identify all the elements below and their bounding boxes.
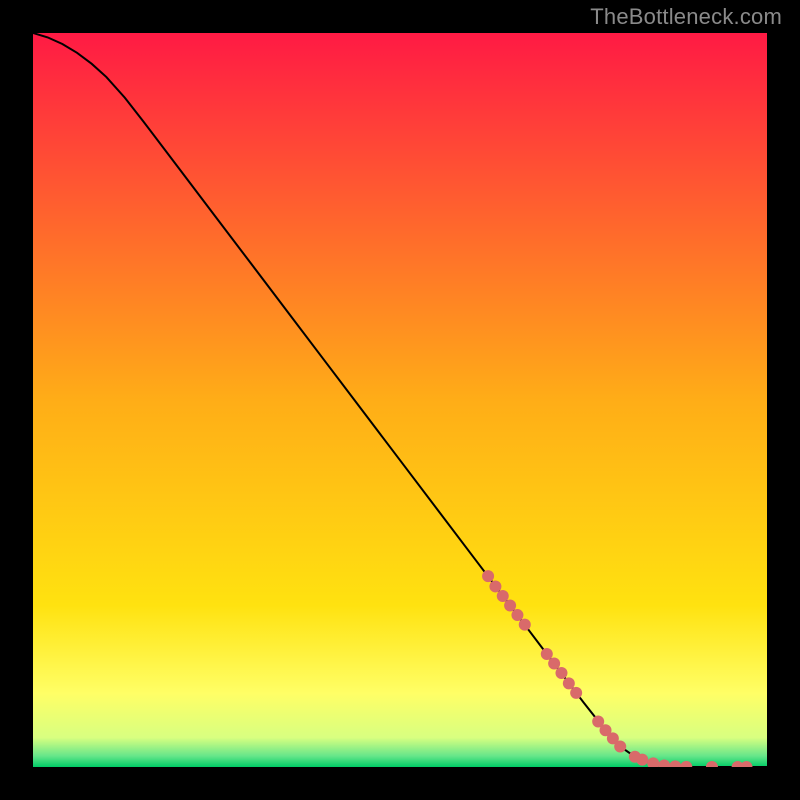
highlight-dot xyxy=(497,590,509,602)
chart-stage: TheBottleneck.com xyxy=(0,0,800,800)
highlight-dot xyxy=(541,648,553,660)
chart-plot-area xyxy=(33,33,767,767)
highlight-dot xyxy=(519,619,531,631)
attribution-text: TheBottleneck.com xyxy=(590,4,782,30)
highlight-dot xyxy=(636,754,648,766)
highlight-dot xyxy=(555,667,567,679)
highlight-dot xyxy=(482,570,494,582)
highlight-dot xyxy=(548,658,560,670)
highlight-dot xyxy=(570,687,582,699)
highlight-dot xyxy=(614,740,626,752)
highlight-dot xyxy=(563,677,575,689)
chart-background xyxy=(33,33,767,767)
highlight-dot xyxy=(504,600,516,612)
highlight-dot xyxy=(511,609,523,621)
chart-svg xyxy=(33,33,767,767)
highlight-dot xyxy=(489,580,501,592)
